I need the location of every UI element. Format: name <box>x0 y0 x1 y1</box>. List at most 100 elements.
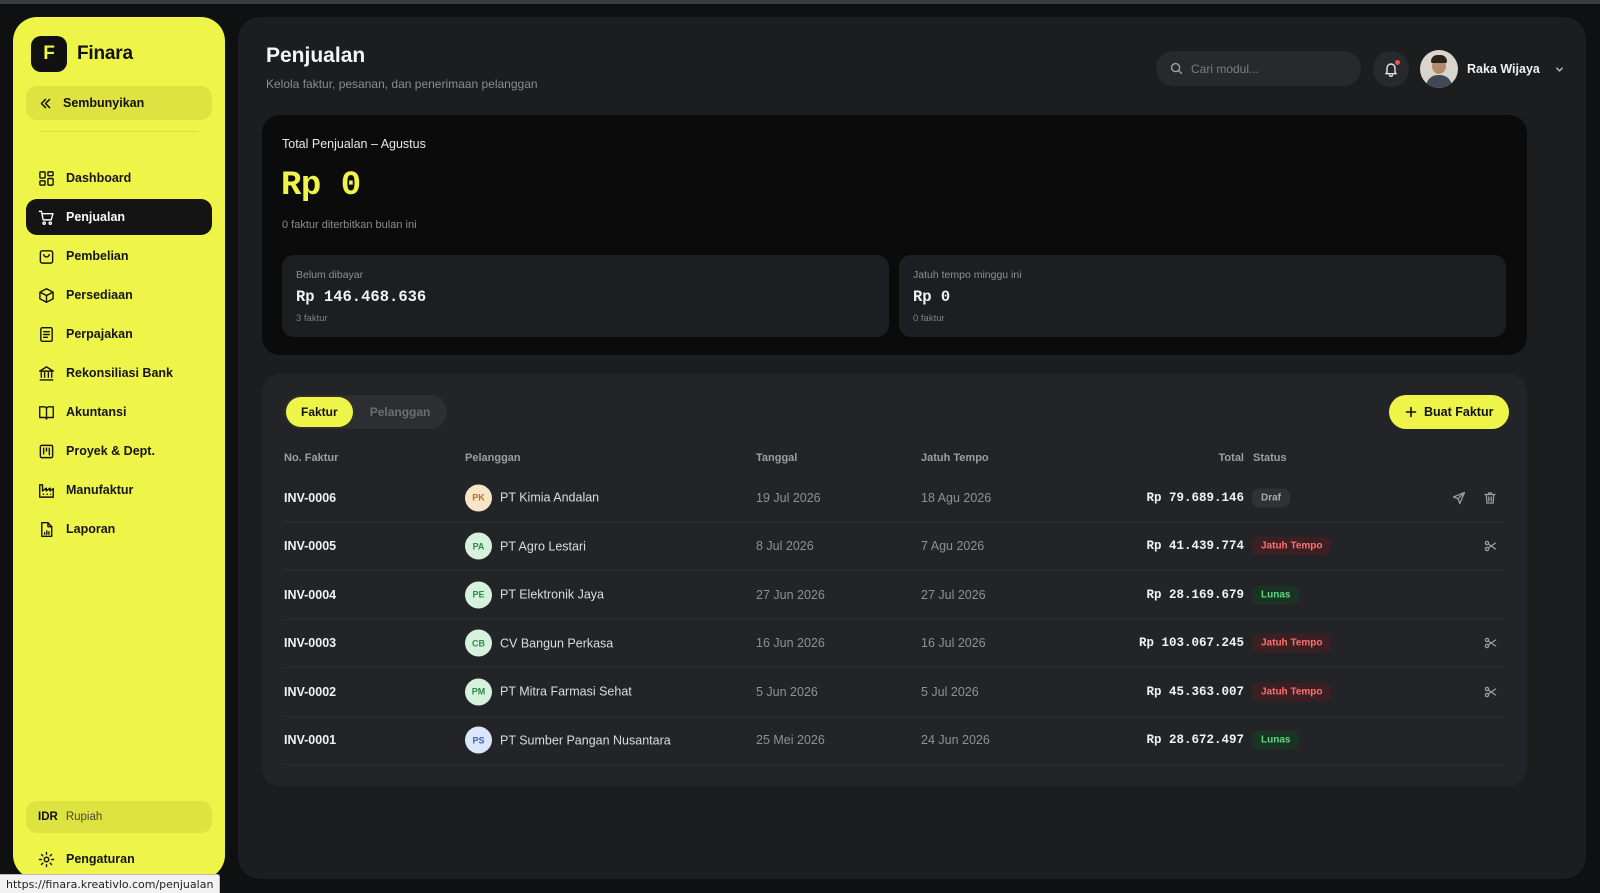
stat-label: Jatuh tempo minggu ini <box>913 269 1022 281</box>
invoice-total: Rp 45.363.007 <box>1146 684 1244 699</box>
summary-title: Total Penjualan – Agustus <box>282 137 426 151</box>
user-menu[interactable]: Raka Wijaya <box>1420 50 1565 88</box>
sidebar-item-akuntansi[interactable]: Akuntansi <box>26 394 212 430</box>
customer-avatar: PS <box>465 726 492 754</box>
invoice-date: 27 Jun 2026 <box>756 587 825 602</box>
sidebar-item-manufaktur[interactable]: Manufaktur <box>26 472 212 508</box>
reminder-icon[interactable] <box>1483 539 1497 553</box>
chevron-down-icon <box>1555 66 1563 72</box>
invoice-number[interactable]: INV-0006 <box>284 491 336 505</box>
table-header: No. Faktur Pelanggan Tanggal Jatuh Tempo… <box>284 452 1505 470</box>
report-icon <box>41 521 53 537</box>
module-search[interactable] <box>1156 51 1361 86</box>
tab-faktur[interactable]: Faktur <box>286 397 353 427</box>
invoice-number[interactable]: INV-0005 <box>284 539 336 553</box>
invoice-date: 5 Jun 2026 <box>756 684 818 699</box>
page-subtitle: Kelola faktur, pesanan, dan penerimaan p… <box>266 77 538 91</box>
sidebar-item-pembelian[interactable]: Pembelian <box>26 238 212 274</box>
table-row[interactable]: INV-0003 CB CV Bangun Perkasa 16 Jun 2026 16… <box>284 620 1505 668</box>
invoice-total: Rp 103.067.245 <box>1138 636 1244 651</box>
tab-pelanggan[interactable]: Pelanggan <box>355 397 446 427</box>
sidebar-item-label: Akuntansi <box>66 405 127 419</box>
sidebar-item-penjualan[interactable]: Penjualan <box>26 199 212 235</box>
shopping-bag-icon <box>39 249 54 264</box>
table-row[interactable]: INV-0005 PA PT Agro Lestari 8 Jul 2026 7 Agu… <box>284 523 1505 571</box>
create-invoice-button[interactable]: Buat Faktur <box>1389 395 1510 429</box>
sales-summary-card: Total Penjualan – Agustus Rp 0 0 faktur … <box>262 115 1527 355</box>
create-invoice-label: Buat Faktur <box>1424 405 1494 419</box>
sidebar-item-pengaturan[interactable]: Pengaturan <box>26 842 212 876</box>
row-actions <box>1483 636 1497 650</box>
customer-cell: PM PT Mitra Farmasi Sehat <box>465 678 632 706</box>
col-total: Total <box>1218 452 1244 464</box>
sidebar-divider <box>39 131 199 132</box>
notifications-button[interactable] <box>1373 51 1409 87</box>
browser-status-url: https://finara.kreativlo.com/penjualan <box>0 874 221 893</box>
row-actions <box>1452 491 1497 505</box>
cart-icon <box>38 210 54 225</box>
sidebar-item-proyek-dept[interactable]: Proyek & Dept. <box>26 433 212 469</box>
document-icon <box>40 326 53 342</box>
table-row[interactable]: INV-0006 PK PT Kimia Andalan 19 Jul 2026 18 … <box>284 474 1505 523</box>
reminder-icon[interactable] <box>1483 685 1497 699</box>
invoice-total: Rp 28.169.679 <box>1146 587 1244 602</box>
collapse-label: Sembunyikan <box>63 96 145 110</box>
invoice-due-date: 7 Agu 2026 <box>921 539 985 554</box>
customer-avatar: PE <box>465 581 492 609</box>
sidebar-item-dashboard[interactable]: Dashboard <box>26 160 212 196</box>
table-row[interactable]: INV-0004 PE PT Elektronik Jaya 27 Jun 2026 2… <box>284 571 1505 620</box>
col-no: No. Faktur <box>284 452 339 464</box>
customer-name: PT Elektronik Jaya <box>500 587 604 602</box>
invoice-due-date: 5 Jul 2026 <box>921 684 979 699</box>
collapse-sidebar-button[interactable]: Sembunyikan <box>26 86 212 120</box>
box-icon <box>39 287 54 303</box>
customer-avatar: PA <box>465 532 492 560</box>
currency-selector[interactable]: IDR Rupiah <box>26 801 212 833</box>
customer-name: PT Kimia Andalan <box>500 490 600 505</box>
book-icon <box>38 405 55 420</box>
gear-icon <box>38 851 55 867</box>
summary-subtitle: 0 faktur diterbitkan bulan ini <box>282 219 417 231</box>
search-input[interactable] <box>1191 61 1341 76</box>
col-date: Tanggal <box>756 452 798 464</box>
invoice-number[interactable]: INV-0004 <box>284 588 336 602</box>
status-badge: Jatuh Tempo <box>1252 633 1332 653</box>
stat-value: Rp 0 <box>913 288 951 306</box>
sidebar-item-label: Dashboard <box>66 171 132 185</box>
invoice-date: 19 Jul 2026 <box>756 490 821 505</box>
status-badge: Lunas <box>1252 730 1300 750</box>
stat-value: Rp 146.468.636 <box>296 288 427 306</box>
page-title: Penjualan <box>266 44 366 67</box>
customer-name: CV Bangun Perkasa <box>500 636 614 651</box>
invoices-card: Faktur Pelanggan Buat Faktur No. Faktur … <box>262 374 1527 786</box>
send-icon[interactable] <box>1452 491 1466 505</box>
sidebar-item-persediaan[interactable]: Persediaan <box>26 277 212 313</box>
invoice-number[interactable]: INV-0001 <box>284 733 336 747</box>
trash-icon[interactable] <box>1483 491 1497 505</box>
currency-code: IDR <box>38 811 58 823</box>
invoice-due-date: 18 Agu 2026 <box>921 490 992 505</box>
currency-name: Rupiah <box>65 811 103 823</box>
invoice-number[interactable]: INV-0003 <box>284 636 336 650</box>
sidebar-item-label: Penjualan <box>66 210 126 224</box>
invoice-number[interactable]: INV-0002 <box>284 685 336 699</box>
kanban-icon <box>39 444 54 458</box>
status-badge: Lunas <box>1252 585 1300 605</box>
table-row[interactable]: INV-0002 PM PT Mitra Farmasi Sehat 5 Jun 20… <box>284 668 1505 717</box>
sidebar-item-label: Proyek & Dept. <box>66 444 155 458</box>
browser-top-strip <box>0 0 1600 4</box>
sidebar-item-rekonsiliasi-bank[interactable]: Rekonsiliasi Bank <box>26 355 212 391</box>
brand[interactable]: F Finara <box>31 36 133 72</box>
sidebar-item-perpajakan[interactable]: Perpajakan <box>26 316 212 352</box>
search-icon <box>1170 62 1183 75</box>
sidebar-item-laporan[interactable]: Laporan <box>26 511 212 547</box>
sidebar: F Finara Sembunyikan Dashboard Penjualan… <box>13 17 225 879</box>
brand-name: Finara <box>77 43 133 64</box>
sidebar-item-label: Pembelian <box>66 249 129 263</box>
status-badge: Jatuh Tempo <box>1252 682 1332 702</box>
sidebar-nav: Dashboard Penjualan Pembelian Persediaan… <box>26 160 212 550</box>
col-customer: Pelanggan <box>465 452 521 464</box>
stat-due-this-week: Jatuh tempo minggu ini Rp 0 0 faktur <box>899 255 1506 337</box>
reminder-icon[interactable] <box>1483 636 1497 650</box>
table-row[interactable]: INV-0001 PS PT Sumber Pangan Nusantara 25 M… <box>284 717 1505 765</box>
